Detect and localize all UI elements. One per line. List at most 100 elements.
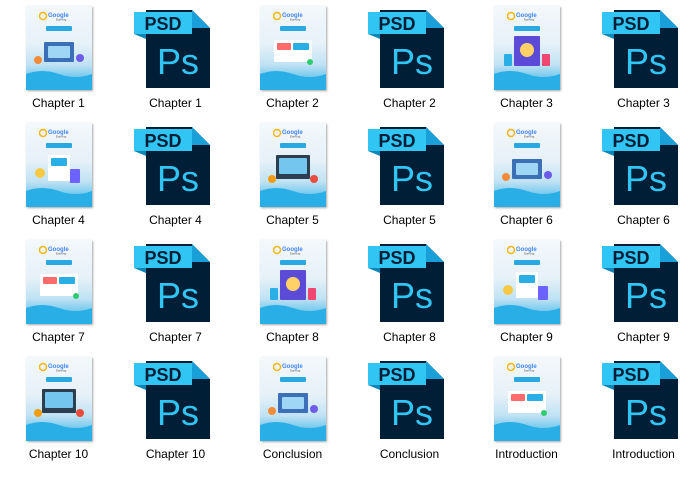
file-thumbnail[interactable]: Google Earning <box>0 234 117 332</box>
cover-wave <box>25 422 92 441</box>
file-thumbnail[interactable]: PSD Ps <box>585 234 688 332</box>
image-file-item[interactable]: Google Earning Chapter 10 <box>0 351 117 468</box>
file-name-label[interactable]: Chapter 4 <box>0 213 117 227</box>
cover-illustration <box>502 272 548 300</box>
file-name-label[interactable]: Chapter 6 <box>468 213 585 227</box>
psd-file-item[interactable]: PSD Ps Chapter 8 <box>351 234 468 351</box>
chapter-badge <box>513 26 540 31</box>
psd-file-icon: PSD Ps <box>368 127 444 205</box>
psd-file-icon: PSD Ps <box>602 244 678 322</box>
file-name-label[interactable]: Conclusion <box>351 447 468 461</box>
psd-file-item[interactable]: PSD Ps Introduction <box>585 351 688 468</box>
image-file-item[interactable]: Google Earning Chapter 1 <box>0 0 117 117</box>
chapter-badge <box>279 143 306 148</box>
ebook-cover-thumbnail: Google Earning <box>493 6 560 90</box>
psd-file-item[interactable]: PSD Ps Chapter 10 <box>117 351 234 468</box>
file-name-label[interactable]: Chapter 8 <box>234 330 351 344</box>
photoshop-glyph: Ps <box>157 392 199 433</box>
cover-wave <box>259 422 326 441</box>
file-thumbnail[interactable]: PSD Ps <box>117 351 234 449</box>
svg-text:Earning: Earning <box>56 369 67 373</box>
file-thumbnail[interactable]: PSD Ps <box>351 117 468 215</box>
file-thumbnail[interactable]: Google Earning <box>468 351 585 449</box>
cover-illustration <box>39 274 79 299</box>
psd-file-item[interactable]: PSD Ps Chapter 3 <box>585 0 688 117</box>
file-name-label[interactable]: Chapter 4 <box>117 213 234 227</box>
psd-file-item[interactable]: PSD Ps Chapter 2 <box>351 0 468 117</box>
photoshop-glyph: Ps <box>391 275 433 316</box>
chapter-badge <box>45 377 72 382</box>
image-file-item[interactable]: Google Earning Conclusion <box>234 351 351 468</box>
psd-file-item[interactable]: PSD Ps Chapter 4 <box>117 117 234 234</box>
file-name-label[interactable]: Chapter 2 <box>234 96 351 110</box>
file-thumbnail[interactable]: Google Earning <box>468 117 585 215</box>
file-thumbnail[interactable]: Google Earning <box>468 0 585 98</box>
file-name-label[interactable]: Introduction <box>585 447 688 461</box>
psd-file-item[interactable]: PSD Ps Conclusion <box>351 351 468 468</box>
file-thumbnail[interactable]: Google Earning <box>0 351 117 449</box>
image-file-item[interactable]: Google Earning Introduction <box>468 351 585 468</box>
file-thumbnail[interactable]: PSD Ps <box>585 117 688 215</box>
psd-file-item[interactable]: PSD Ps Chapter 5 <box>351 117 468 234</box>
file-thumbnail[interactable]: PSD Ps <box>351 351 468 449</box>
image-file-item[interactable]: Google Earning Chapter 7 <box>0 234 117 351</box>
photoshop-glyph: Ps <box>391 41 433 82</box>
file-name-label[interactable]: Chapter 1 <box>117 96 234 110</box>
image-file-item[interactable]: Google Earning Chapter 5 <box>234 117 351 234</box>
file-name-label[interactable]: Chapter 7 <box>0 330 117 344</box>
image-file-item[interactable]: Google Earning Chapter 2 <box>234 0 351 117</box>
svg-text:Earning: Earning <box>524 18 535 22</box>
file-name-label[interactable]: Chapter 10 <box>0 447 117 461</box>
psd-file-icon: PSD Ps <box>368 10 444 88</box>
file-thumbnail[interactable]: PSD Ps <box>351 0 468 98</box>
file-name-label[interactable]: Conclusion <box>234 447 351 461</box>
psd-file-item[interactable]: PSD Ps Chapter 7 <box>117 234 234 351</box>
file-name-label[interactable]: Chapter 5 <box>234 213 351 227</box>
file-thumbnail[interactable]: Google Earning <box>234 0 351 98</box>
file-name-label[interactable]: Chapter 10 <box>117 447 234 461</box>
file-name-label[interactable]: Chapter 5 <box>351 213 468 227</box>
file-thumbnail[interactable]: PSD Ps <box>351 234 468 332</box>
file-thumbnail[interactable]: PSD Ps <box>585 351 688 449</box>
psd-file-icon: PSD Ps <box>134 244 210 322</box>
ebook-cover-thumbnail: Google Earning <box>493 123 560 207</box>
image-file-item[interactable]: Google Earning Chapter 4 <box>0 117 117 234</box>
file-name-label[interactable]: Introduction <box>468 447 585 461</box>
file-name-label[interactable]: Chapter 2 <box>351 96 468 110</box>
file-thumbnail[interactable]: PSD Ps <box>117 234 234 332</box>
psd-file-item[interactable]: PSD Ps Chapter 6 <box>585 117 688 234</box>
file-thumbnail[interactable]: PSD Ps <box>117 117 234 215</box>
file-name-label[interactable]: Chapter 8 <box>351 330 468 344</box>
file-name-label[interactable]: Chapter 9 <box>468 330 585 344</box>
psd-file-item[interactable]: PSD Ps Chapter 9 <box>585 234 688 351</box>
ebook-cover-thumbnail: Google Earning <box>25 240 92 324</box>
ebook-cover-thumbnail: Google Earning <box>25 123 92 207</box>
file-name-label[interactable]: Chapter 9 <box>585 330 688 344</box>
chapter-badge <box>45 260 72 265</box>
file-name-label[interactable]: Chapter 3 <box>468 96 585 110</box>
svg-text:Earning: Earning <box>56 18 67 22</box>
image-file-item[interactable]: Google Earning Chapter 6 <box>468 117 585 234</box>
file-thumbnail[interactable]: Google Earning <box>468 234 585 332</box>
file-thumbnail[interactable]: PSD Ps <box>117 0 234 98</box>
file-name-label[interactable]: Chapter 7 <box>117 330 234 344</box>
image-file-item[interactable]: Google Earning Chapter 9 <box>468 234 585 351</box>
cover-wave <box>25 305 92 324</box>
file-name-label[interactable]: Chapter 1 <box>0 96 117 110</box>
file-thumbnail[interactable]: Google Earning <box>0 0 117 98</box>
image-file-item[interactable]: Google Earning Chapter 3 <box>468 0 585 117</box>
ebook-cover-thumbnail: Google Earning <box>493 240 560 324</box>
file-thumbnail[interactable]: Google Earning <box>234 117 351 215</box>
file-thumbnail[interactable]: Google Earning <box>234 351 351 449</box>
cover-illustration <box>33 389 84 417</box>
file-thumbnail[interactable]: Google Earning <box>0 117 117 215</box>
image-file-item[interactable]: Google Earning Chapter 8 <box>234 234 351 351</box>
file-thumbnail[interactable]: Google Earning <box>234 234 351 332</box>
file-thumbnail[interactable]: PSD Ps <box>585 0 688 98</box>
psd-file-item[interactable]: PSD Ps Chapter 1 <box>117 0 234 117</box>
psd-tag-text: PSD <box>144 14 181 34</box>
file-name-label[interactable]: Chapter 3 <box>585 96 688 110</box>
cover-illustration <box>267 155 318 183</box>
file-name-label[interactable]: Chapter 6 <box>585 213 688 227</box>
svg-text:Earning: Earning <box>524 252 535 256</box>
